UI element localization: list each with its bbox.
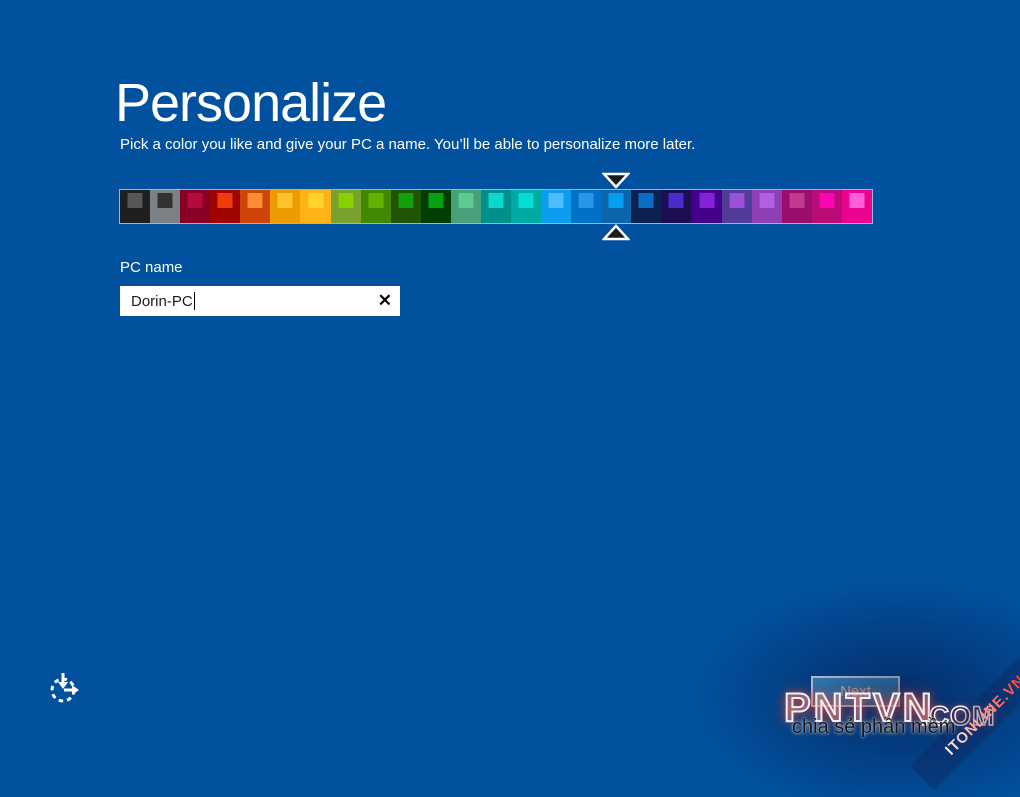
color-swatch-24[interactable] [841,190,872,223]
color-swatch-18[interactable] [661,190,692,223]
accent-square [368,193,384,208]
accent-square [518,193,534,208]
accent-square [699,193,715,208]
accent-square [338,193,354,208]
ease-of-access-button[interactable] [48,672,82,706]
accent-square [729,193,745,208]
color-swatch-10[interactable] [420,190,451,223]
accent-square [578,193,594,208]
accent-square [127,193,143,208]
color-swatch-15[interactable] [571,190,602,223]
accent-square [849,193,865,208]
color-swatch-20[interactable] [721,190,752,223]
color-swatch-6[interactable] [300,190,331,223]
color-swatch-2[interactable] [180,190,211,223]
accent-square [668,193,684,208]
accent-square [608,193,624,208]
color-swatch-4[interactable] [240,190,271,223]
color-swatch-9[interactable] [390,190,421,223]
accent-square [157,193,173,208]
accent-square [217,193,233,208]
color-swatch-14[interactable] [541,190,572,223]
selected-color-marker-top [602,172,631,189]
accent-square [187,193,203,208]
accent-square [488,193,504,208]
accent-square [458,193,474,208]
page-subtitle: Pick a color you like and give your PC a… [120,136,696,153]
ease-of-access-icon [50,673,79,703]
accent-square [308,193,323,208]
accent-square [759,193,775,208]
color-swatch-11[interactable] [450,190,481,223]
text-caret [193,292,195,310]
personalize-screen: { "page": { "title": "Personalize", "sub… [0,0,1020,797]
color-picker-strip[interactable] [119,189,873,224]
color-swatch-17[interactable] [631,190,662,223]
watermark-ribbon-text: ITONLINE.VN [942,672,1020,759]
next-button[interactable]: Next [811,676,900,707]
color-swatch-0[interactable] [120,190,151,223]
accent-square [428,193,444,208]
accent-square [398,193,414,208]
pc-name-value: Dorin-PC [131,292,193,310]
accent-square [638,193,654,208]
selected-color-marker-bottom [602,224,631,241]
watermark-ribbon: ITONLINE.VN [910,640,1020,790]
watermark-tagline: chia sẻ phần mềm [792,716,956,738]
watermark-domain: .COM [920,700,996,732]
color-swatch-13[interactable] [511,190,542,223]
color-swatch-22[interactable] [781,190,812,223]
color-swatch-3[interactable] [210,190,241,223]
accent-square [789,193,805,208]
clear-input-button[interactable]: ✕ [378,286,392,316]
color-swatch-1[interactable] [150,190,181,223]
color-swatch-7[interactable] [330,190,361,223]
pc-name-label: PC name [120,259,183,276]
accent-square [819,193,835,208]
color-swatch-23[interactable] [811,190,842,223]
color-swatch-8[interactable] [360,190,391,223]
pc-name-input[interactable]: Dorin-PC ✕ [120,286,400,316]
next-button-label: Next [840,683,871,700]
color-swatch-19[interactable] [691,190,722,223]
color-swatch-12[interactable] [480,190,512,223]
accent-square [247,193,263,208]
color-swatch-16[interactable] [601,190,632,223]
accent-square [277,193,293,208]
color-swatch-5[interactable] [270,190,301,223]
page-title: Personalize [115,73,387,134]
accent-square [548,193,564,208]
color-swatch-21[interactable] [751,190,782,223]
